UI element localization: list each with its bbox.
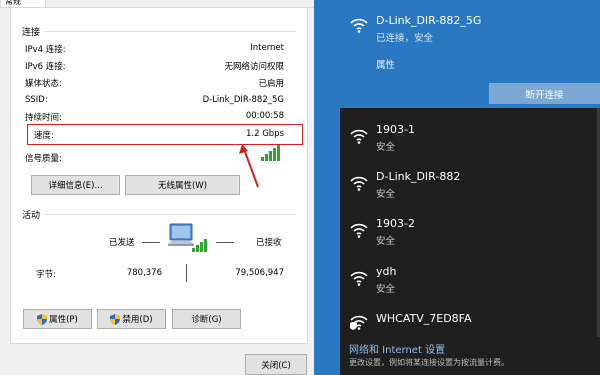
sent-label: 已发送	[109, 238, 135, 248]
network-properties-link[interactable]: 属性	[376, 57, 395, 71]
wifi-icon	[350, 176, 368, 191]
wifi-flyout: D-Link_DIR-882_5G 已连接，安全 属性 断开连接 1903-1 …	[340, 0, 600, 375]
network-name: 1903-2	[376, 217, 415, 230]
media-state-label: 媒体状态:	[25, 79, 62, 89]
ipv4-label: IPv4 连接:	[25, 45, 66, 55]
received-dash	[216, 242, 234, 243]
network-status: 安全	[376, 236, 396, 247]
network-name: 1903-1	[376, 123, 415, 136]
close-button[interactable]: 关闭(C)	[245, 354, 307, 375]
network-status: 安全	[376, 189, 396, 200]
uac-shield-icon	[110, 313, 121, 325]
diagnose-button[interactable]: 诊断(G)	[172, 309, 241, 329]
disable-button[interactable]: 禁用(D)	[97, 309, 166, 329]
wifi-status-dialog: 常规 连接 IPv4 连接: Internet IPv6 连接: 无网络访问权限…	[0, 0, 314, 375]
ipv4-value: Internet	[250, 43, 284, 53]
network-status: 安全	[376, 142, 396, 153]
tab-strip	[0, 0, 314, 8]
activity-group-title: 活动	[22, 211, 41, 221]
wifi-icon	[350, 223, 368, 238]
activity-group-rule	[44, 214, 296, 215]
duration-label: 持续时间:	[25, 113, 62, 123]
connection-group-rule	[44, 31, 296, 32]
active-network-item[interactable]: D-Link_DIR-882_5G 已连接，安全 属性 断开连接	[340, 0, 600, 108]
active-network-name: D-Link_DIR-882_5G	[376, 14, 482, 27]
bytes-sent-value: 780,376	[126, 268, 162, 278]
details-button[interactable]: 详细信息(E)...	[31, 175, 120, 195]
network-name: WHCATV_7ED8FA	[376, 312, 472, 325]
received-label: 已接收	[256, 238, 282, 248]
ipv6-value: 无网络访问权限	[224, 62, 284, 72]
network-settings-link[interactable]: 网络和 Internet 设置	[349, 341, 445, 356]
wireless-properties-button[interactable]: 无线属性(W)	[125, 175, 240, 195]
connection-group-title: 连接	[22, 28, 41, 38]
disconnect-button[interactable]: 断开连接	[489, 83, 600, 104]
properties-button[interactable]: 属性(P)	[23, 309, 92, 329]
sent-dash	[142, 242, 160, 243]
ssid-label: SSID:	[25, 95, 48, 105]
signal-quality-label: 信号质量:	[25, 154, 62, 164]
disable-button-label: 禁用(D)	[122, 315, 153, 325]
bytes-label: 字节:	[36, 270, 56, 280]
network-name: ydh	[376, 265, 397, 278]
ipv6-label: IPv6 连接:	[25, 62, 66, 72]
speed-value: 1.2 Gbps	[245, 129, 284, 139]
wifi-icon	[350, 129, 368, 144]
wifi-icon	[350, 18, 368, 33]
speed-label: 速度:	[34, 131, 54, 141]
ssid-value: D-Link_DIR-882_5G	[202, 95, 284, 105]
duration-value: 00:00:58	[245, 111, 284, 121]
network-name: D-Link_DIR-882	[376, 170, 461, 183]
media-state-value: 已启用	[258, 79, 284, 89]
wifi-icon	[350, 271, 368, 286]
properties-button-label: 属性(P)	[49, 315, 78, 325]
active-network-status: 已连接，安全	[376, 33, 434, 44]
network-status: 安全	[376, 284, 396, 295]
network-settings-description: 更改设置，例如将某连接设置为按流量计费。	[349, 358, 509, 367]
red-arrow-annotation	[239, 144, 259, 188]
tab-general[interactable]: 常规	[0, 0, 46, 8]
wifi-shield-icon	[350, 315, 368, 330]
bytes-received-value: 79,506,947	[235, 268, 284, 278]
uac-shield-icon	[37, 313, 48, 325]
activity-separator	[186, 264, 187, 282]
network-computer-icon	[168, 223, 207, 252]
